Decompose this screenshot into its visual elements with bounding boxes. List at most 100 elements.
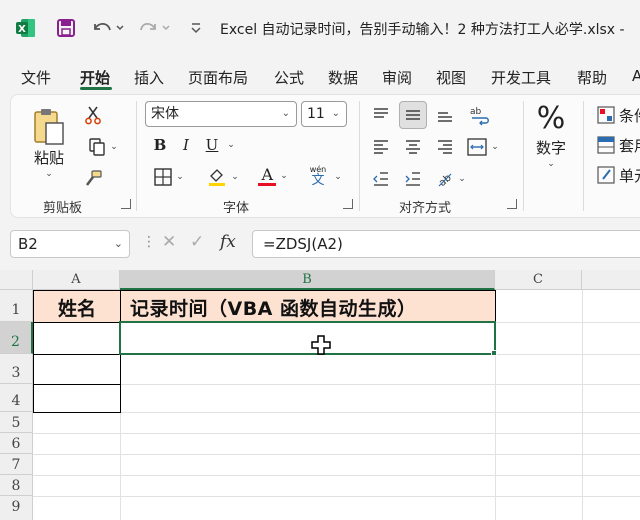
fill-color-icon[interactable]: ⌄ [201, 165, 245, 189]
font-size-select[interactable]: 11 ⌄ [301, 101, 347, 127]
gridline [33, 475, 640, 476]
increase-indent-icon[interactable] [401, 167, 425, 191]
font-name-select[interactable]: 宋体 ⌄ [145, 101, 297, 127]
row-header-5[interactable]: 5 [0, 412, 33, 433]
cancel-icon[interactable]: ✕ [162, 232, 176, 252]
column-header-next[interactable] [582, 270, 640, 290]
enter-icon[interactable]: ✓ [190, 232, 204, 252]
bold-button[interactable]: B [149, 133, 171, 157]
row-header-6[interactable]: 6 [0, 433, 33, 454]
align-center-icon[interactable] [401, 135, 425, 159]
clipboard-launcher-icon[interactable] [121, 199, 131, 209]
chevron-down-icon: ⌄ [113, 237, 123, 250]
group-divider [136, 101, 137, 211]
orientation-icon[interactable]: ab⌄ [431, 167, 471, 191]
row-header-4[interactable]: 4 [0, 384, 33, 412]
save-icon[interactable] [52, 14, 80, 42]
font-color-icon[interactable]: A ⌄ [251, 163, 295, 189]
wrap-text-icon[interactable]: ab [465, 101, 493, 129]
row-header-2[interactable]: 2 [0, 322, 33, 354]
tab-page-layout[interactable]: 页面布局 [188, 67, 248, 88]
column-header-b[interactable]: B [120, 270, 495, 290]
name-box[interactable]: B2 ⌄ [10, 230, 130, 258]
format-as-table-label: 套用 [619, 136, 640, 155]
select-all-corner[interactable] [0, 270, 33, 290]
cell-styles-icon [597, 166, 615, 184]
column-header-a[interactable]: A [33, 270, 120, 290]
paste-dropdown-icon[interactable]: ⌄ [39, 167, 59, 181]
group-divider [359, 101, 360, 211]
clipboard-group-label: 剪贴板 [43, 201, 83, 216]
tab-insert[interactable]: 插入 [134, 67, 164, 88]
tab-file[interactable]: 文件 [21, 67, 51, 88]
underline-dropdown-icon[interactable]: ⌄ [223, 133, 239, 157]
title-bar: X Excel 自动记录时间，告别手动输入！2 种方法打工人必学.xlsx - [0, 0, 640, 58]
decrease-indent-icon[interactable] [369, 167, 393, 191]
italic-button[interactable]: I [175, 133, 197, 157]
active-cell-b2[interactable] [119, 321, 496, 355]
cell-b1[interactable]: 记录时间（VBA 函数自动生成） [121, 294, 495, 322]
active-tab-indicator [80, 87, 112, 90]
alignment-launcher-icon[interactable] [507, 199, 517, 209]
ribbon: 粘贴 ⌄ ⌄ 剪贴板 宋体 ⌄ 11 ⌄ B I U ⌄ ⌄ ⌄ A ⌄ wén… [10, 94, 640, 218]
svg-text:X: X [18, 24, 26, 35]
name-box-value: B2 [18, 235, 38, 253]
insert-function-icon[interactable]: fx [220, 232, 236, 252]
underline-button[interactable]: U [201, 133, 223, 157]
cell-a1[interactable]: 姓名 [34, 294, 120, 322]
phonetic-icon[interactable]: wén 文 [303, 161, 333, 191]
align-left-icon[interactable] [369, 135, 393, 159]
cut-icon[interactable] [81, 103, 105, 127]
more-options-icon: ⋮ [142, 234, 156, 250]
font-launcher-icon[interactable] [343, 199, 353, 209]
font-size-value: 11 [307, 106, 325, 122]
conditional-formatting-button[interactable]: 条件 [597, 103, 640, 127]
tab-data[interactable]: 数据 [328, 67, 358, 88]
row-header-7[interactable]: 7 [0, 454, 33, 475]
tab-developer[interactable]: 开发工具 [491, 67, 551, 88]
format-as-table-button[interactable]: 套用 [597, 133, 640, 157]
merge-center-icon[interactable]: ⌄ [463, 135, 503, 159]
copy-icon[interactable]: ⌄ [79, 135, 127, 159]
column-header-c[interactable]: C [495, 270, 582, 290]
format-as-table-icon [597, 136, 615, 154]
cursor-cross-icon [311, 335, 331, 359]
align-right-icon[interactable] [433, 135, 457, 159]
row-header-3[interactable]: 3 [0, 354, 33, 384]
tab-view[interactable]: 视图 [436, 67, 466, 88]
cell-border [33, 322, 121, 355]
align-top-icon[interactable] [369, 103, 393, 127]
formula-input[interactable]: =ZDSJ(A2) [252, 230, 640, 258]
align-middle-icon[interactable] [399, 101, 427, 129]
tab-formulas[interactable]: 公式 [274, 67, 304, 88]
format-painter-icon[interactable] [81, 167, 105, 191]
number-dropdown-icon[interactable]: ⌄ [541, 157, 561, 171]
paste-icon[interactable] [29, 105, 69, 149]
conditional-formatting-icon [597, 106, 615, 124]
tab-overflow[interactable]: A [632, 67, 640, 85]
borders-icon[interactable]: ⌄ [147, 165, 191, 189]
number-format-button[interactable]: 数字 [531, 137, 571, 157]
customize-icon[interactable] [184, 14, 208, 42]
paste-button[interactable]: 粘贴 [31, 147, 67, 167]
svg-text:ab: ab [470, 107, 482, 117]
gridline [33, 433, 640, 434]
tab-review[interactable]: 审阅 [382, 67, 412, 88]
row-header-8[interactable]: 8 [0, 475, 33, 496]
tab-home[interactable]: 开始 [80, 67, 110, 88]
percent-icon[interactable]: % [533, 101, 569, 136]
cell-border [33, 384, 121, 413]
row-header-1[interactable]: 1 [0, 290, 33, 322]
phonetic-dropdown-icon[interactable]: ⌄ [331, 165, 345, 189]
fill-handle[interactable] [491, 350, 497, 356]
tab-help[interactable]: 帮助 [577, 67, 607, 88]
row-header-9[interactable]: 9 [0, 496, 33, 520]
redo-icon[interactable] [136, 14, 176, 42]
cell-border [33, 354, 121, 385]
undo-icon[interactable] [88, 14, 128, 42]
formula-bar: B2 ⌄ ⋮ ✕ ✓ fx =ZDSJ(A2) [0, 226, 640, 262]
align-bottom-icon[interactable] [433, 103, 457, 127]
gridline [33, 412, 640, 413]
cell-styles-button[interactable]: 单元 [597, 163, 640, 187]
gridline [582, 290, 583, 520]
